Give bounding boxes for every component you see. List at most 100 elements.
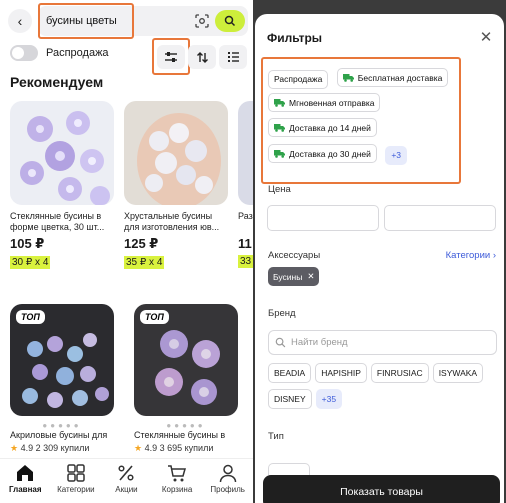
product-price: 105 ₽ xyxy=(10,236,45,251)
brand-search-input[interactable]: Найти бренд xyxy=(268,330,497,355)
show-products-button[interactable]: Показать товары xyxy=(263,475,500,503)
product-description: Раз... xyxy=(238,211,253,221)
rating-value: 4.9 xyxy=(20,443,34,453)
price-from-input[interactable] xyxy=(267,205,379,231)
tab-profile[interactable]: Профиль xyxy=(203,463,253,494)
categories-icon xyxy=(67,464,85,482)
chip-delivery-14[interactable]: Доставка до 14 дней xyxy=(268,118,377,137)
chip-sale[interactable]: Распродажа xyxy=(268,69,329,89)
product-image xyxy=(10,101,114,205)
accessories-label: Аксессуары xyxy=(268,250,321,261)
installment-badge: 33 xyxy=(238,255,253,268)
tab-label: Профиль xyxy=(210,485,245,494)
top-badge: ТОП xyxy=(16,310,45,324)
search-highlight-frame xyxy=(38,3,134,39)
close-button[interactable]: ✕ xyxy=(476,27,496,47)
installment-badge: 35 ₽ x 4 xyxy=(124,256,165,269)
product-card[interactable]: ТОП ●●●●● Акриловые бусины для ... ★ 4.9… xyxy=(10,304,114,454)
truck-icon xyxy=(274,124,285,132)
chip-delivery-30[interactable]: Доставка до 30 дней xyxy=(268,144,377,163)
chip-instant-shipping[interactable]: Мгновенная отправка xyxy=(268,93,381,112)
tab-home[interactable]: Главная xyxy=(0,463,50,494)
sale-toggle-row: Распродажа xyxy=(10,45,109,61)
sold-count: 3 695 купили xyxy=(159,443,214,453)
product-description: Стеклянные бусины в ф... xyxy=(134,430,226,440)
percent-icon xyxy=(118,465,135,481)
brand-label: Бренд xyxy=(268,308,296,319)
product-card[interactable]: Хрустальные бусины для изготовления юв..… xyxy=(124,101,228,270)
filter-highlight-frame xyxy=(152,38,190,75)
sort-arrows-icon xyxy=(196,51,208,63)
product-description: Хрустальные бусины для изготовления юв..… xyxy=(124,211,220,232)
product-card[interactable]: Раз... 11 33 xyxy=(238,101,253,269)
sale-toggle[interactable] xyxy=(10,45,38,61)
brand-chip[interactable]: FINRUSIAC xyxy=(370,363,429,383)
profile-icon xyxy=(219,464,236,483)
cart-icon xyxy=(168,465,187,482)
search-results-screen: ‹ бусины цветы Распродажа Рекомендуем Ст… xyxy=(0,0,253,503)
tab-label: Главная xyxy=(9,485,42,494)
sale-toggle-label: Распродажа xyxy=(46,47,109,59)
search-submit-button[interactable] xyxy=(215,10,245,32)
top-badge: ТОП xyxy=(140,310,169,324)
filters-sheet: Фильтры ✕ Распродажа Бесплатная доставка… xyxy=(255,14,504,503)
product-image: ТОП xyxy=(134,304,238,416)
product-price: 11 xyxy=(238,236,252,251)
price-to-input[interactable] xyxy=(384,205,496,231)
close-icon: ✕ xyxy=(479,29,493,46)
product-description: Стеклянные бусины в форме цветка, 30 шт.… xyxy=(10,211,105,232)
search-icon xyxy=(275,337,286,348)
tab-label: Категории xyxy=(57,485,95,494)
camera-search-icon[interactable] xyxy=(194,13,210,29)
selected-category-chip[interactable]: Бусины ✕ xyxy=(268,267,320,286)
product-rating: ★ 4.9 3 695 купили xyxy=(134,443,238,454)
sold-count: 2 309 купили xyxy=(35,443,90,453)
product-card[interactable]: Стеклянные бусины в форме цветка, 30 шт.… xyxy=(10,101,114,270)
search-icon xyxy=(224,15,236,27)
brand-search-placeholder: Найти бренд xyxy=(291,337,348,348)
carousel-dots: ●●●●● xyxy=(42,421,82,430)
truck-icon xyxy=(342,74,354,82)
categories-link[interactable]: Категории › xyxy=(446,250,496,261)
back-button[interactable]: ‹ xyxy=(8,9,32,33)
brand-more-chip[interactable]: +35 xyxy=(315,389,343,409)
brand-chips-row-1: BEADIA HAPISHIP FINRUSIAC ISYWAKA xyxy=(268,363,484,383)
price-label: Цена xyxy=(268,184,291,195)
brand-chip[interactable]: ISYWAKA xyxy=(432,363,484,383)
filters-screen: Фильтры ✕ Распродажа Бесплатная доставка… xyxy=(253,0,506,503)
star-icon: ★ xyxy=(134,443,143,453)
chip-free-delivery[interactable]: Бесплатная доставка xyxy=(336,68,449,87)
tab-label: Корзина xyxy=(161,485,193,494)
product-image xyxy=(124,101,228,205)
truck-icon xyxy=(274,150,285,158)
tab-label: Акции xyxy=(115,485,138,494)
chip-more-filters[interactable]: +3 xyxy=(385,145,408,165)
installment-badge: 30 ₽ x 4 xyxy=(10,256,51,269)
tab-categories[interactable]: Категории xyxy=(51,463,101,494)
brand-chip[interactable]: BEADIA xyxy=(268,363,312,383)
product-card[interactable]: ТОП ●●●●● Стеклянные бусины в ф... ★ 4.9… xyxy=(134,304,238,454)
product-price: 125 ₽ xyxy=(124,236,159,251)
rating-value: 4.9 xyxy=(144,443,158,453)
chevron-left-icon: ‹ xyxy=(17,13,23,29)
brand-chips-row-2: DISNEY +35 xyxy=(268,389,343,409)
filters-title: Фильтры xyxy=(267,31,323,45)
brand-chip[interactable]: HAPISHIP xyxy=(315,363,367,383)
type-label: Тип xyxy=(268,431,284,442)
list-view-button[interactable] xyxy=(219,45,247,69)
list-icon xyxy=(227,52,239,62)
carousel-dots: ●●●●● xyxy=(166,421,206,430)
type-chip[interactable] xyxy=(268,463,310,475)
section-title: Рекомендуем xyxy=(10,74,104,90)
tab-cart[interactable]: Корзина xyxy=(152,463,202,494)
truck-icon xyxy=(274,99,285,107)
chevron-right-icon: › xyxy=(492,250,496,261)
product-rating: ★ 4.9 2 309 купили xyxy=(10,443,114,454)
bottom-tab-bar: Главная Категории Акции Корзина Профиль xyxy=(0,458,253,503)
close-icon[interactable]: ✕ xyxy=(307,271,314,282)
tab-promotions[interactable]: Акции xyxy=(101,463,151,494)
product-image: ТОП xyxy=(10,304,114,416)
brand-chip[interactable]: DISNEY xyxy=(268,389,312,409)
sort-button[interactable] xyxy=(188,45,216,69)
star-icon: ★ xyxy=(10,443,19,453)
